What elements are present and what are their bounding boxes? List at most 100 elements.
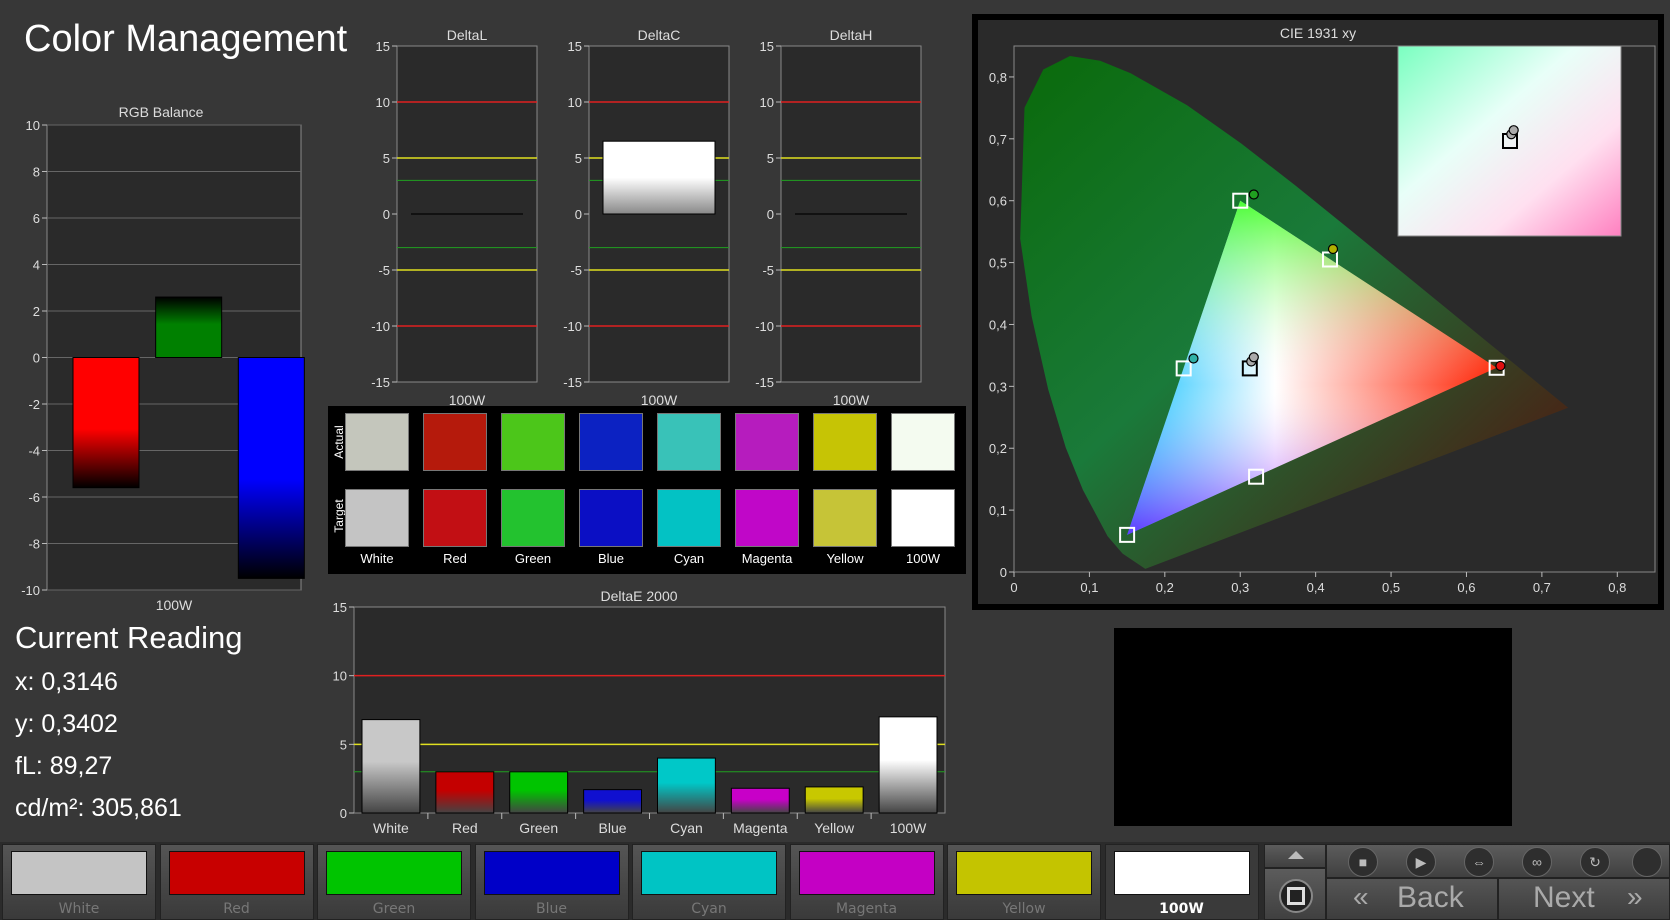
deltah-tick-label: 5 xyxy=(767,151,774,166)
swatch-button-label: Green xyxy=(372,901,416,917)
swatch-button-label: Magenta xyxy=(835,901,898,917)
cie-xtick-label: 0 xyxy=(1010,580,1017,595)
cie-measured-100w xyxy=(1248,352,1259,363)
rgb-tick-label: 10 xyxy=(26,118,40,133)
circle-icon[interactable] xyxy=(1632,847,1662,877)
back-chevron-icon: « xyxy=(1353,881,1369,912)
swatch-button-magenta[interactable]: Magenta xyxy=(789,844,944,920)
preview-box xyxy=(1114,628,1512,826)
deltae-bar-blue xyxy=(583,789,642,814)
swatch-button-label: Blue xyxy=(536,901,567,917)
swatch-button-label: 100W xyxy=(1159,901,1204,917)
swatch-chip xyxy=(11,851,147,895)
deltal-tick-label: -10 xyxy=(371,319,390,334)
swatch-button-yellow[interactable]: Yellow xyxy=(947,844,1101,920)
swatch-button-100w[interactable]: 100W xyxy=(1104,844,1259,920)
actual-swatch-100w xyxy=(891,413,955,471)
swatch-chip xyxy=(326,851,462,895)
actual-swatch-white xyxy=(345,413,409,471)
swatch-button-blue[interactable]: Blue xyxy=(474,844,629,920)
rgb-tick-label: -8 xyxy=(28,537,40,552)
cie-ytick-label: 0,2 xyxy=(989,441,1007,456)
deltac-tick-label: -15 xyxy=(563,375,582,390)
current-reading-title: Current Reading xyxy=(15,620,243,655)
cie-title: CIE 1931 xy xyxy=(1280,25,1356,41)
swatch-chip xyxy=(168,851,305,895)
deltae-category-label: Blue xyxy=(599,820,627,836)
play-icon[interactable]: ▶ xyxy=(1406,847,1436,877)
cie-xtick-label: 0,7 xyxy=(1533,580,1551,595)
swatch-button-green[interactable]: Green xyxy=(317,844,471,920)
stop-square-glyph xyxy=(1287,887,1305,905)
deltah-tick-label: -15 xyxy=(755,375,774,390)
deltah-tick-label: 0 xyxy=(767,207,774,222)
swatch-button-red[interactable]: Red xyxy=(159,844,314,920)
deltah-tick-label: -10 xyxy=(755,319,774,334)
deltae-category-label: White xyxy=(373,820,409,836)
target-swatch-100w xyxy=(891,489,955,547)
deltae-category-label: 100W xyxy=(890,820,927,836)
swatch-label-100w: 100W xyxy=(906,551,940,566)
back-label: Back xyxy=(1397,881,1464,914)
actual-swatch-blue xyxy=(579,413,643,471)
reading-x: x: 0,3146 xyxy=(15,668,118,696)
stop-icon[interactable]: ■ xyxy=(1348,847,1378,877)
square-stop-button[interactable] xyxy=(1264,868,1326,920)
deltac-bar xyxy=(602,140,716,215)
swatch-button-cyan[interactable]: Cyan xyxy=(632,844,786,920)
actual-swatch-yellow xyxy=(813,413,877,471)
deltal-tick-label: 0 xyxy=(383,207,390,222)
cie-ytick-label: 0 xyxy=(1000,565,1007,580)
actual-swatch-magenta xyxy=(735,413,799,471)
deltac-tick-label: -10 xyxy=(563,319,582,334)
cie-measured-green xyxy=(1248,189,1259,200)
deltac-title: DeltaC xyxy=(638,27,681,43)
deltac-tick-label: 15 xyxy=(568,39,582,54)
refresh-icon[interactable]: ↻ xyxy=(1580,847,1610,877)
delta-charts: DeltaL 15 10 5 0 -5 -10 -15 100W DeltaC 15 10 5 0 -5 -1… xyxy=(371,27,922,405)
actual-swatch-cyan xyxy=(657,413,721,471)
cie-chart: CIE 1931 xy 0 0,1 0,2 0,3 0,4 0,5 0,6 0,7 0,8 0,8… xyxy=(972,14,1664,610)
deltae-plot: 15 10 5 0 White Red Green Blue Cyan Magenta Yellow… xyxy=(333,600,946,836)
next-button[interactable]: Next » xyxy=(1498,878,1670,920)
cie-ytick-label: 0,1 xyxy=(989,503,1007,518)
rgb-tick-label: -6 xyxy=(28,490,40,505)
deltac-tick-label: 5 xyxy=(575,151,582,166)
cie-ytick-label: 0,7 xyxy=(989,132,1007,147)
deltae-bar-cyan xyxy=(657,757,716,814)
swatch-button-label: Yellow xyxy=(1002,901,1046,917)
deltac-category-label: 100W xyxy=(641,392,678,405)
swatch-button-label: Cyan xyxy=(691,901,727,917)
rgb-tick-label: 0 xyxy=(33,351,40,366)
deltae-tick-label: 5 xyxy=(340,737,347,752)
swatch-button-white[interactable]: White xyxy=(2,844,156,920)
delta-charts-group: DeltaL 15 10 5 0 -5 -10 -15 100W DeltaC 15 10 5 0 -5 -1… xyxy=(371,27,922,405)
deltah-tick-label: -5 xyxy=(762,263,774,278)
deltal-tick-label: -15 xyxy=(371,375,390,390)
target-swatch-red xyxy=(423,489,487,547)
deltae-category-label: Green xyxy=(519,820,558,836)
infinity-icon[interactable]: ∞ xyxy=(1522,847,1552,877)
rgb-bar-blue xyxy=(237,357,305,579)
fit-width-icon[interactable]: ⇔ xyxy=(1464,847,1494,877)
next-label: Next xyxy=(1533,881,1595,914)
rgb-tick-label: 6 xyxy=(33,211,40,226)
cie-ytick-label: 0,4 xyxy=(989,317,1007,332)
rgb-balance-title: RGB Balance xyxy=(119,104,204,120)
cie-measured-cyan xyxy=(1188,353,1199,364)
swatch-label-yellow: Yellow xyxy=(826,551,864,566)
deltae-bar-red xyxy=(435,771,495,814)
deltae-category-label: Cyan xyxy=(670,820,703,836)
up-arrow-button[interactable] xyxy=(1264,844,1326,868)
deltae-bar-magenta xyxy=(730,787,790,814)
cie-ytick-label: 0,6 xyxy=(989,194,1007,209)
swatch-chip xyxy=(956,851,1092,895)
back-button[interactable]: « Back xyxy=(1326,878,1498,920)
rgb-balance-plot: 10 8 6 4 2 0 -2 -4 -6 -8 -10 100W xyxy=(21,118,305,613)
rgb-bar-red xyxy=(72,357,140,489)
deltal-tick-label: 15 xyxy=(376,39,390,54)
swatch-label-magenta: Magenta xyxy=(741,551,793,566)
swatch-button-label: White xyxy=(58,901,100,917)
deltae-tick-label: 0 xyxy=(340,806,347,821)
cie-xtick-label: 0,8 xyxy=(1608,580,1626,595)
